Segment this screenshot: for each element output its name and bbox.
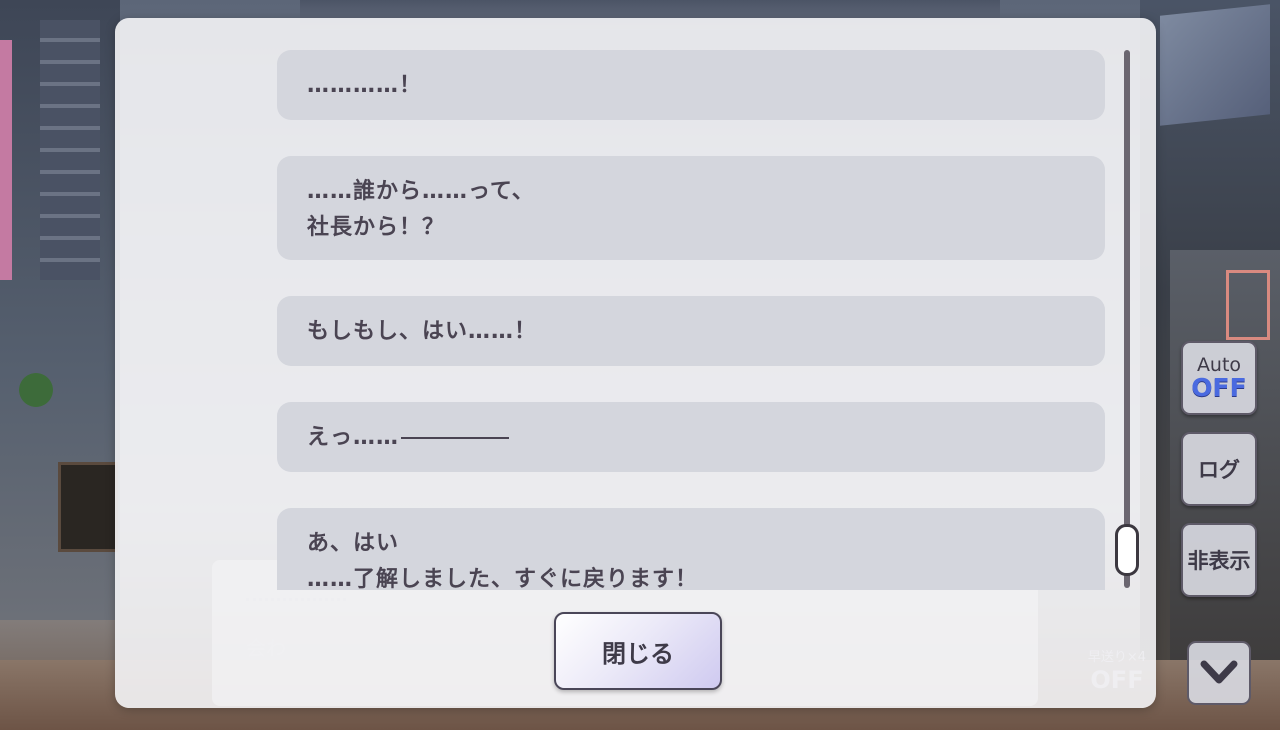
background-plant [14,360,58,410]
log-line: 社長から！？ [307,215,446,240]
background-red-sign [1226,270,1270,340]
log-entry: …………！ [277,50,1105,120]
background-building-left [0,0,120,620]
hide-ui-button[interactable]: 非表示 [1181,523,1257,597]
log-list[interactable]: …………！ ……誰から……って、 社長から！？ もしもし、はい……！ えっ…… … [277,50,1105,590]
log-line-text: えっ…… [307,425,400,450]
log-scrollbar[interactable] [1115,50,1139,588]
log-entry: えっ…… [277,402,1105,472]
auto-state: OFF [1191,373,1247,402]
log-line: もしもし、はい……！ [307,319,538,344]
next-button[interactable] [1187,641,1251,705]
fast-forward-button[interactable]: 早送り×4 OFF [1079,636,1155,708]
scrollbar-track[interactable] [1124,50,1130,588]
log-line: ……了解しました、すぐに戻ります！ [307,567,699,590]
long-dash [401,437,510,439]
fast-forward-state: OFF [1090,666,1144,694]
background-windows [40,20,100,280]
log-entry: あ、はい ……了解しました、すぐに戻ります！ [277,508,1105,590]
auto-label: Auto [1196,354,1242,376]
log-entry: ……誰から……って、 社長から！？ [277,156,1105,260]
log-line: …………！ [307,73,423,98]
chevron-down-icon [1200,660,1238,684]
log-line: ……誰から……って、 [307,179,535,204]
fast-forward-label: 早送り×4 [1087,650,1147,665]
log-entry: もしもし、はい……！ [277,296,1105,366]
close-button[interactable]: 閉じる [554,612,722,690]
background-pink-sign [0,40,12,280]
background-menu-board [58,462,118,552]
log-line: えっ…… [307,420,1075,456]
log-button[interactable]: ログ [1181,432,1257,506]
log-line: あ、はい [307,531,400,556]
log-modal: …………！ ……誰から……って、 社長から！？ もしもし、はい……！ えっ…… … [115,18,1156,708]
scrollbar-thumb[interactable] [1115,524,1139,576]
auto-button[interactable]: Auto OFF [1181,341,1257,415]
background-roof-sign [1160,4,1270,126]
